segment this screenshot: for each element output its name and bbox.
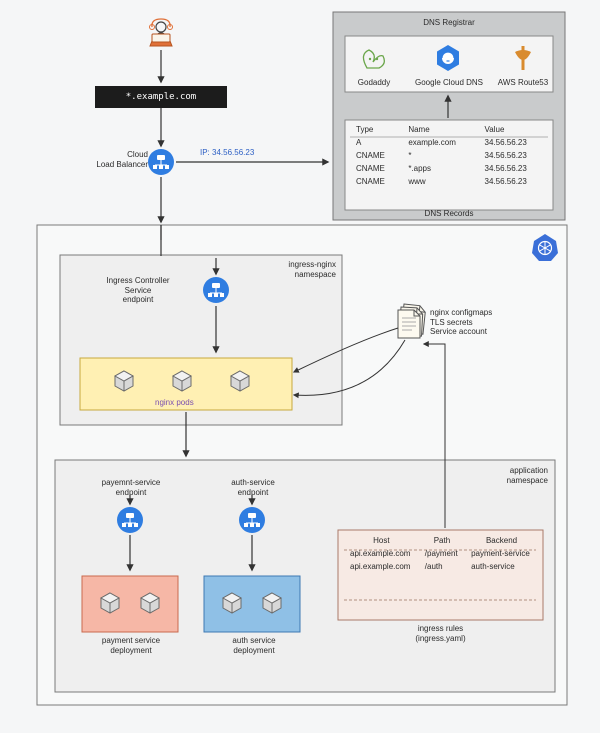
- payment-deploy-box: [82, 576, 178, 632]
- pod-icon: [231, 371, 249, 391]
- dns-th-name: Name: [402, 123, 478, 136]
- domain-bar-text: *.example.com: [95, 86, 227, 108]
- cloud-lb-label: Cloud Load Balancer: [90, 150, 148, 169]
- auth-endpoint-label: auth-service endpoint: [222, 478, 284, 497]
- ingress-svc-icon: [203, 277, 229, 303]
- cloud-lb-icon: [148, 149, 174, 175]
- user-icon: [150, 19, 173, 46]
- ingress-rules-title: ingress rules (ingress.yaml): [338, 624, 543, 643]
- dns-th-type: Type: [350, 123, 402, 136]
- dns-records-table: Type Name Value Aexample.com34.56.56.23 …: [350, 123, 548, 188]
- ingress-svc-label: Ingress Controller Service endpoint: [92, 276, 184, 305]
- dns-th-value: Value: [479, 123, 548, 136]
- godaddy-label: Godaddy: [354, 78, 394, 88]
- dns-records-title: DNS Records: [333, 209, 565, 219]
- configmaps-label: nginx configmaps TLS secrets Service acc…: [430, 308, 492, 337]
- app-namespace-label: application namespace: [480, 466, 548, 485]
- nginx-pods-label: nginx pods: [155, 398, 194, 408]
- payment-deploy-label: payment service deployment: [86, 636, 176, 655]
- ingress-namespace-label: ingress-nginx namespace: [264, 260, 336, 279]
- pod-icon: [173, 371, 191, 391]
- ip-label: IP: 34.56.56.23: [200, 148, 254, 158]
- auth-deploy-box: [204, 576, 300, 632]
- payment-endpoint-label: payemnt-service endpoint: [98, 478, 164, 497]
- payment-endpoint-icon: [117, 507, 143, 533]
- auth-endpoint-icon: [239, 507, 265, 533]
- dns-registrar-title: DNS Registrar: [333, 18, 565, 28]
- ingress-rules-table: Host Path Backend api.example.com/paymen…: [344, 534, 538, 573]
- configmaps-icon: [398, 304, 426, 338]
- auth-deploy-label: auth service deployment: [212, 636, 296, 655]
- pod-icon: [115, 371, 133, 391]
- dns-box: [333, 12, 565, 220]
- gcdns-label: Google Cloud DNS: [412, 78, 486, 88]
- route53-label: AWS Route53: [492, 78, 554, 88]
